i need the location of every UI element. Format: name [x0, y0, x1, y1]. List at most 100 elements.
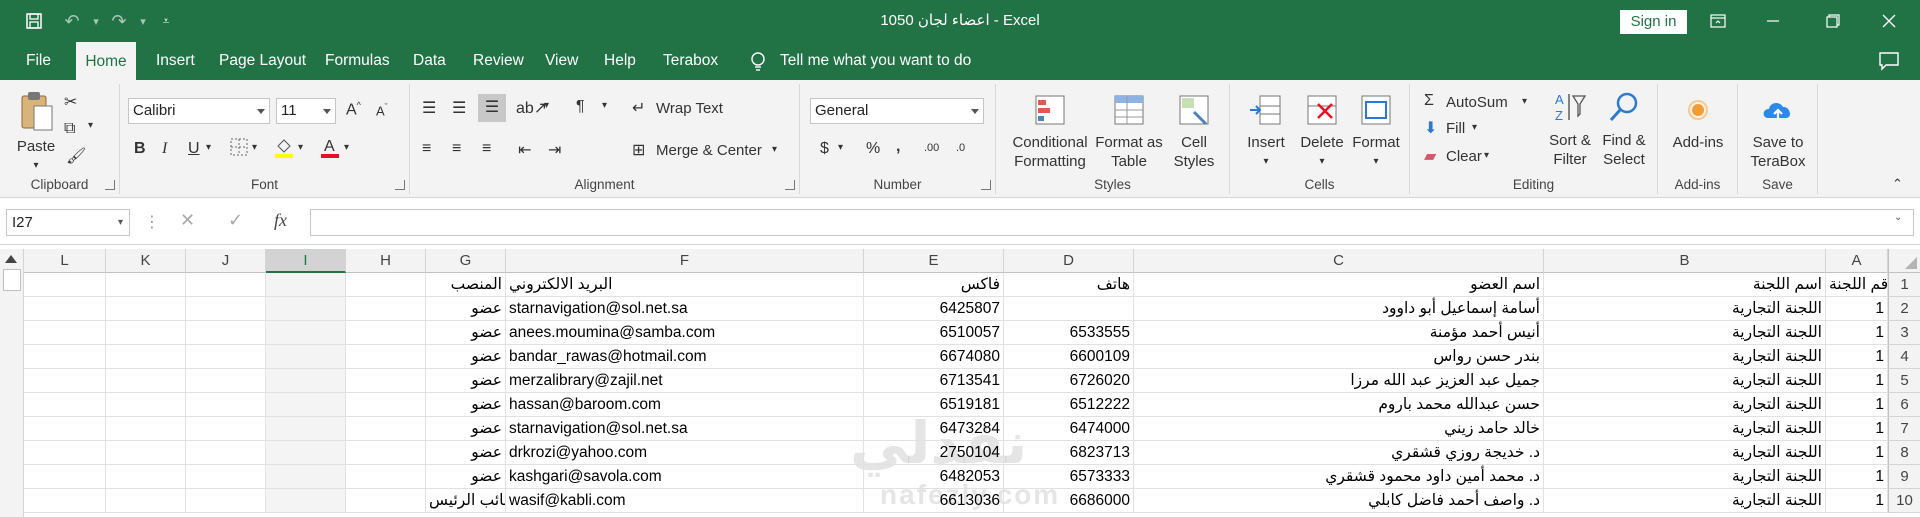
underline-dropdown-icon[interactable]: ▾ — [206, 142, 211, 153]
cell-g6[interactable]: عضو — [426, 393, 506, 417]
cell-k1[interactable] — [106, 273, 186, 297]
cell-e4[interactable]: 6674080 — [864, 345, 1004, 369]
increase-indent-icon[interactable]: ⇥ — [548, 140, 561, 160]
cell-h9[interactable] — [346, 465, 426, 489]
decrease-font-icon[interactable]: Aˇ — [376, 102, 388, 118]
tab-insert[interactable]: Insert — [154, 42, 197, 80]
cell-d8[interactable]: 6823713 — [1004, 441, 1134, 465]
paste-button[interactable]: Paste ▾ — [12, 90, 60, 175]
sort-filter-button[interactable]: AZ Sort & Filter — [1544, 90, 1596, 169]
tab-formulas[interactable]: Formulas — [323, 42, 392, 80]
cell-e8[interactable]: 2750104 — [864, 441, 1004, 465]
cell-a8[interactable]: 1 — [1826, 441, 1888, 465]
cell-a3[interactable]: 1 — [1826, 321, 1888, 345]
cell-g5[interactable]: عضو — [426, 369, 506, 393]
bottom-align-icon[interactable]: ☰ — [478, 94, 506, 122]
cell-j8[interactable] — [186, 441, 266, 465]
cell-f10[interactable]: wasif@kabli.com — [506, 489, 864, 513]
decrease-decimal-icon[interactable]: .0 — [956, 142, 965, 154]
sign-in-button[interactable]: Sign in — [1620, 10, 1687, 34]
cell-k5[interactable] — [106, 369, 186, 393]
conditional-formatting-button[interactable]: Conditional Formatting — [1008, 92, 1092, 171]
cell-i1[interactable] — [266, 273, 346, 297]
cell-g4[interactable]: عضو — [426, 345, 506, 369]
find-select-button[interactable]: Find & Select — [1596, 90, 1652, 169]
fill-button[interactable]: Fill — [1446, 120, 1465, 137]
row-header[interactable]: 7 — [1888, 417, 1920, 441]
column-header-h[interactable]: H — [346, 249, 426, 273]
cell-c2[interactable]: أسامة إسماعيل أبو داوود — [1134, 297, 1544, 321]
format-cells-button[interactable]: Format ▾ — [1348, 92, 1404, 171]
cell-e2[interactable]: 6425807 — [864, 297, 1004, 321]
underline-icon[interactable]: U — [188, 140, 200, 158]
cell-l10[interactable] — [24, 489, 106, 513]
fill-dropdown-icon[interactable]: ▾ — [1472, 122, 1477, 133]
left-scrollbar[interactable] — [0, 249, 24, 517]
cell-b2[interactable]: اللجنة التجارية — [1544, 297, 1826, 321]
tab-page-layout[interactable]: Page Layout — [217, 42, 308, 80]
cell-d9[interactable]: 6573333 — [1004, 465, 1134, 489]
cell-f2[interactable]: starnavigation@sol.net.sa — [506, 297, 864, 321]
font-size-combo[interactable]: 11 — [276, 98, 336, 124]
format-dropdown-icon[interactable]: ▾ — [1348, 152, 1404, 171]
alignment-launcher-icon[interactable] — [785, 180, 795, 190]
column-header-d[interactable]: D — [1004, 249, 1134, 273]
format-painter-icon[interactable]: 🖌 — [66, 146, 86, 166]
tab-home[interactable]: Home — [76, 42, 136, 80]
cell-h7[interactable] — [346, 417, 426, 441]
align-center-icon[interactable]: ≡ — [452, 140, 461, 158]
cell-j9[interactable] — [186, 465, 266, 489]
cell-h10[interactable] — [346, 489, 426, 513]
cell-b1[interactable]: اسم اللجنة — [1544, 273, 1826, 297]
cell-b8[interactable]: اللجنة التجارية — [1544, 441, 1826, 465]
cell-e10[interactable]: 6613036 — [864, 489, 1004, 513]
cell-l7[interactable] — [24, 417, 106, 441]
align-right-icon[interactable]: ≡ — [482, 140, 491, 158]
cell-d1[interactable]: هاتف — [1004, 273, 1134, 297]
increase-decimal-icon[interactable]: .00 — [924, 142, 939, 154]
font-launcher-icon[interactable] — [395, 180, 405, 190]
orientation-icon[interactable]: ab↗ — [516, 98, 547, 118]
cell-a1[interactable]: رقم اللجنة — [1826, 273, 1888, 297]
borders-dropdown-icon[interactable]: ▾ — [252, 142, 257, 153]
cell-g2[interactable]: عضو — [426, 297, 506, 321]
formula-input[interactable] — [310, 209, 1914, 236]
row-header[interactable]: 4 — [1888, 345, 1920, 369]
cell-j4[interactable] — [186, 345, 266, 369]
wrap-text-button[interactable]: Wrap Text — [656, 100, 723, 117]
cell-k8[interactable] — [106, 441, 186, 465]
cell-i2[interactable] — [266, 297, 346, 321]
cell-c10[interactable]: د. واصف أحمد فاضل كابلي — [1134, 489, 1544, 513]
cell-k3[interactable] — [106, 321, 186, 345]
autosum-dropdown-icon[interactable]: ▾ — [1522, 96, 1527, 107]
cell-d6[interactable]: 6512222 — [1004, 393, 1134, 417]
cell-e9[interactable]: 6482053 — [864, 465, 1004, 489]
fill-color-dropdown-icon[interactable]: ▾ — [298, 142, 303, 153]
cell-f5[interactable]: merzalibrary@zajil.net — [506, 369, 864, 393]
orientation-dropdown-icon[interactable]: ▾ — [544, 100, 549, 111]
cell-g10[interactable]: نائب الرئيس — [426, 489, 506, 513]
cell-j5[interactable] — [186, 369, 266, 393]
cell-l5[interactable] — [24, 369, 106, 393]
italic-icon[interactable]: I — [162, 140, 167, 158]
cell-j1[interactable] — [186, 273, 266, 297]
cell-i3[interactable] — [266, 321, 346, 345]
cell-h5[interactable] — [346, 369, 426, 393]
clear-dropdown-icon[interactable]: ▾ — [1484, 150, 1489, 161]
name-box[interactable]: I27 ▾ — [6, 209, 130, 236]
cell-f8[interactable]: drkrozi@yahoo.com — [506, 441, 864, 465]
text-direction-icon[interactable]: ¶ — [576, 98, 585, 116]
row-header[interactable]: 5 — [1888, 369, 1920, 393]
cell-e1[interactable]: فاكس — [864, 273, 1004, 297]
cell-f1[interactable]: البريد الالكتروني — [506, 273, 864, 297]
borders-icon[interactable] — [230, 138, 248, 161]
column-header-k[interactable]: K — [106, 249, 186, 273]
row-header[interactable]: 6 — [1888, 393, 1920, 417]
close-icon[interactable] — [1866, 6, 1912, 36]
column-header-a[interactable]: A — [1826, 249, 1888, 273]
percent-icon[interactable]: % — [866, 140, 880, 158]
cell-d10[interactable]: 6686000 — [1004, 489, 1134, 513]
cell-f7[interactable]: starnavigation@sol.net.sa — [506, 417, 864, 441]
tab-help[interactable]: Help — [602, 42, 638, 80]
cell-a2[interactable]: 1 — [1826, 297, 1888, 321]
